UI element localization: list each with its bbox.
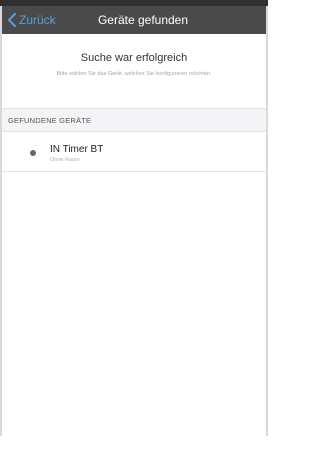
status-dot-icon [30,150,36,156]
device-room: Ohne Raum [50,157,80,163]
screen-edge-right [266,6,268,436]
device-list-item[interactable]: IN Timer BT Ohne Raum [0,132,268,172]
section-header-label: GEFUNDENE GERÄTE [8,116,92,125]
found-devices-section-header: GEFUNDENE GERÄTE [0,108,268,132]
screen-edge-left [0,6,2,436]
navigation-bar: Zurück Geräte gefunden [0,6,268,34]
page-title: Geräte gefunden [97,13,189,27]
success-title: Suche war erfolgreich [80,52,188,64]
success-subtitle: Bitte wählen Sie das Gerät, welches Sie … [56,71,212,77]
device-found-screen: Zurück Geräte gefunden Suche war erfolgr… [0,0,268,451]
device-name: IN Timer BT [50,144,104,155]
screen-bottom [0,437,268,451]
